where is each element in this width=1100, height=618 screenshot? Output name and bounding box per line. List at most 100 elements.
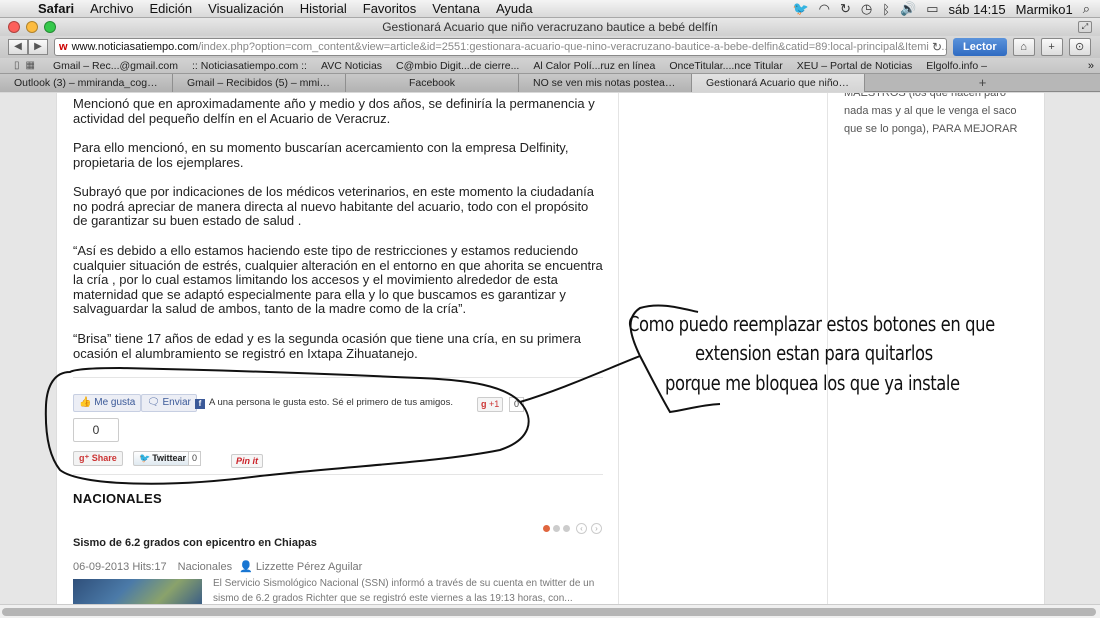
reading-list-icon[interactable]: ▯	[14, 60, 20, 71]
gplus-label: +1	[489, 399, 500, 409]
speech-bubble-icon: 🗨	[147, 397, 160, 408]
google-plus-one-button[interactable]: g +1	[477, 397, 504, 412]
zoom-window-button[interactable]	[44, 21, 56, 33]
facebook-like-button[interactable]: 👍 Me gusta	[73, 394, 142, 412]
sidebar-text: MAESTROS (los que hacen paro nada mas y …	[844, 93, 1039, 138]
article-paragraph: Para ello mencionó, en su momento buscar…	[73, 140, 569, 170]
scrollbar-thumb[interactable]	[2, 608, 1096, 616]
downloads-icon[interactable]: ⊙	[1068, 38, 1091, 56]
pinterest-pin-it-button[interactable]: Pin it	[231, 454, 263, 468]
send-label: Enviar	[162, 397, 191, 408]
forward-button[interactable]: ▶	[28, 39, 48, 55]
bookmark-cambio-digital[interactable]: C@mbio Digit...de cierre...	[396, 60, 519, 72]
news-category[interactable]: Nacionales	[178, 561, 232, 573]
news-item-meta: 06-09-2013 Hits:17 Nacionales 👤 Lizzette…	[73, 560, 362, 573]
carousel-dot-active[interactable]	[543, 525, 550, 532]
bookmark-oncetitular[interactable]: OnceTitular....nce Titular	[669, 60, 782, 72]
carousel-prev-icon[interactable]: ‹	[576, 523, 587, 534]
traffic-lights	[8, 21, 56, 33]
article-paragraph: Mencionó que en aproximadamente año y me…	[73, 96, 595, 126]
menu-bar: Safari Archivo Edición Visualización His…	[0, 0, 1100, 18]
reload-icon[interactable]: ↻	[928, 40, 942, 54]
bookmark-al-calor-politico[interactable]: Al Calor Polí...ruz en línea	[533, 60, 655, 72]
menu-app-name[interactable]: Safari	[30, 1, 82, 16]
wifi-icon[interactable]: ◠	[819, 1, 830, 17]
tab-gestionara-acuario[interactable]: Gestionará Acuario que niño veracr...	[692, 74, 865, 92]
tab-no-se-ven[interactable]: NO se ven mis notas posteadas des...	[519, 74, 692, 92]
site-favicon-icon: w	[59, 41, 68, 53]
google-icon: g	[481, 399, 487, 409]
article-column: Mencionó que en aproximadamente año y me…	[56, 93, 618, 604]
bookmark-avc-noticias[interactable]: AVC Noticias	[321, 60, 382, 72]
bookmark-noticiasatiempo[interactable]: :: Noticiasatiempo.com ::	[192, 60, 307, 72]
add-bookmark-icon[interactable]: +	[1040, 38, 1063, 56]
sidebar-text-line: MAESTROS (los que hacen paro	[844, 93, 1007, 99]
section-title-nacionales: NACIONALES	[73, 491, 162, 506]
news-author: Lizzette Pérez Aguilar	[255, 561, 363, 573]
back-button[interactable]: ◀	[8, 39, 28, 55]
address-bar[interactable]: w www.noticiasatiempo.com /index.php?opt…	[54, 38, 947, 56]
menu-extras: 🐦 ◠ ↻ ◷ ᛒ 🔊 ▭ sáb 14:15 Marmiko1 ⌕	[792, 0, 1100, 18]
time-machine-icon[interactable]: ◷	[861, 1, 872, 17]
article-paragraph: Subrayó que por indicaciones de los médi…	[73, 184, 595, 228]
menu-ventana[interactable]: Ventana	[424, 1, 488, 16]
user-name[interactable]: Marmiko1	[1016, 2, 1073, 17]
battery-icon[interactable]: ▭	[926, 1, 938, 17]
new-tab-button[interactable]: +	[865, 74, 1100, 91]
carousel-dot[interactable]	[563, 525, 570, 532]
gshare-label: Share	[91, 453, 117, 463]
facebook-send-button[interactable]: 🗨 Enviar	[141, 394, 197, 412]
google-plus-count: 0	[509, 397, 525, 412]
news-thumbnail[interactable]	[73, 579, 202, 604]
bookmark-xeu[interactable]: XEU – Portal de Noticias	[797, 60, 913, 72]
tab-outlook[interactable]: Outlook (3) – mmiranda_cogco@hot...	[0, 74, 173, 92]
sidebar-text-line: que se lo ponga), PARA MEJORAR	[844, 123, 1018, 135]
tweet-count: 0	[188, 451, 202, 466]
reader-button[interactable]: Lector	[953, 38, 1007, 56]
tab-gmail[interactable]: Gmail – Recibidos (5) – mmirandaco...	[173, 74, 346, 92]
news-date: 06-09-2013	[73, 561, 130, 573]
menu-favoritos[interactable]: Favoritos	[355, 1, 424, 16]
divider	[73, 377, 603, 378]
news-summary: El Servicio Sismológico Nacional (SSN) i…	[213, 578, 595, 604]
bookmark-elgolfo[interactable]: Elgolfo.info –	[926, 60, 987, 72]
menu-edicion[interactable]: Edición	[142, 1, 201, 16]
twitter-bird-icon: 🐦	[139, 453, 151, 463]
google-share-button[interactable]: g⁺ Share	[73, 451, 123, 466]
bluetooth-icon[interactable]: ᛒ	[882, 2, 890, 17]
web-page: Mencionó que en aproximadamente año y me…	[0, 93, 1100, 604]
news-item-title[interactable]: Sismo de 6.2 grados con epicentro en Chi…	[73, 537, 317, 549]
minimize-window-button[interactable]	[26, 21, 38, 33]
like-label: Me gusta	[94, 397, 136, 408]
top-sites-icon[interactable]: ▦	[26, 60, 35, 71]
sync-icon[interactable]: ↻	[840, 1, 851, 17]
carousel-dot[interactable]	[553, 525, 560, 532]
tab-facebook[interactable]: Facebook	[346, 74, 519, 92]
carousel-next-icon[interactable]: ›	[591, 523, 602, 534]
menu-visualizacion[interactable]: Visualización	[200, 1, 292, 16]
article-paragraph: “Así es debido a ello estamos haciendo e…	[73, 243, 603, 316]
spotlight-icon[interactable]: ⌕	[1083, 1, 1090, 17]
window-title: Gestionará Acuario que niño veracruzano …	[382, 20, 718, 34]
fullscreen-icon[interactable]: ⤢	[1078, 21, 1092, 33]
clock[interactable]: sáb 14:15	[949, 2, 1006, 17]
facebook-icon: f	[195, 399, 205, 409]
twitter-icon[interactable]: 🐦	[792, 1, 808, 17]
volume-icon[interactable]: 🔊	[900, 1, 916, 17]
more-bookmarks-icon[interactable]: »	[1088, 60, 1094, 72]
browser-toolbar: ◀ ▶ w www.noticiasatiempo.com /index.php…	[0, 36, 1100, 58]
share-count-box: 0	[73, 418, 119, 442]
twitter-tweet-button[interactable]: 🐦 Twittear	[133, 451, 193, 466]
horizontal-scrollbar[interactable]	[0, 604, 1100, 618]
menu-archivo[interactable]: Archivo	[82, 1, 141, 16]
tweet-label: Twittear	[152, 453, 187, 463]
sidebar-text-line: nada mas y al que le venga el saco	[844, 105, 1017, 117]
facebook-social-text: f A una persona le gusta esto. Sé el prim…	[195, 397, 453, 409]
url-host: www.noticiasatiempo.com	[71, 41, 199, 53]
close-window-button[interactable]	[8, 21, 20, 33]
home-icon[interactable]: ⌂	[1012, 38, 1035, 56]
carousel-controls: ‹ ›	[543, 523, 602, 534]
menu-historial[interactable]: Historial	[292, 1, 355, 16]
bookmark-gmail[interactable]: Gmail – Rec...@gmail.com	[53, 60, 178, 72]
menu-ayuda[interactable]: Ayuda	[488, 1, 541, 16]
